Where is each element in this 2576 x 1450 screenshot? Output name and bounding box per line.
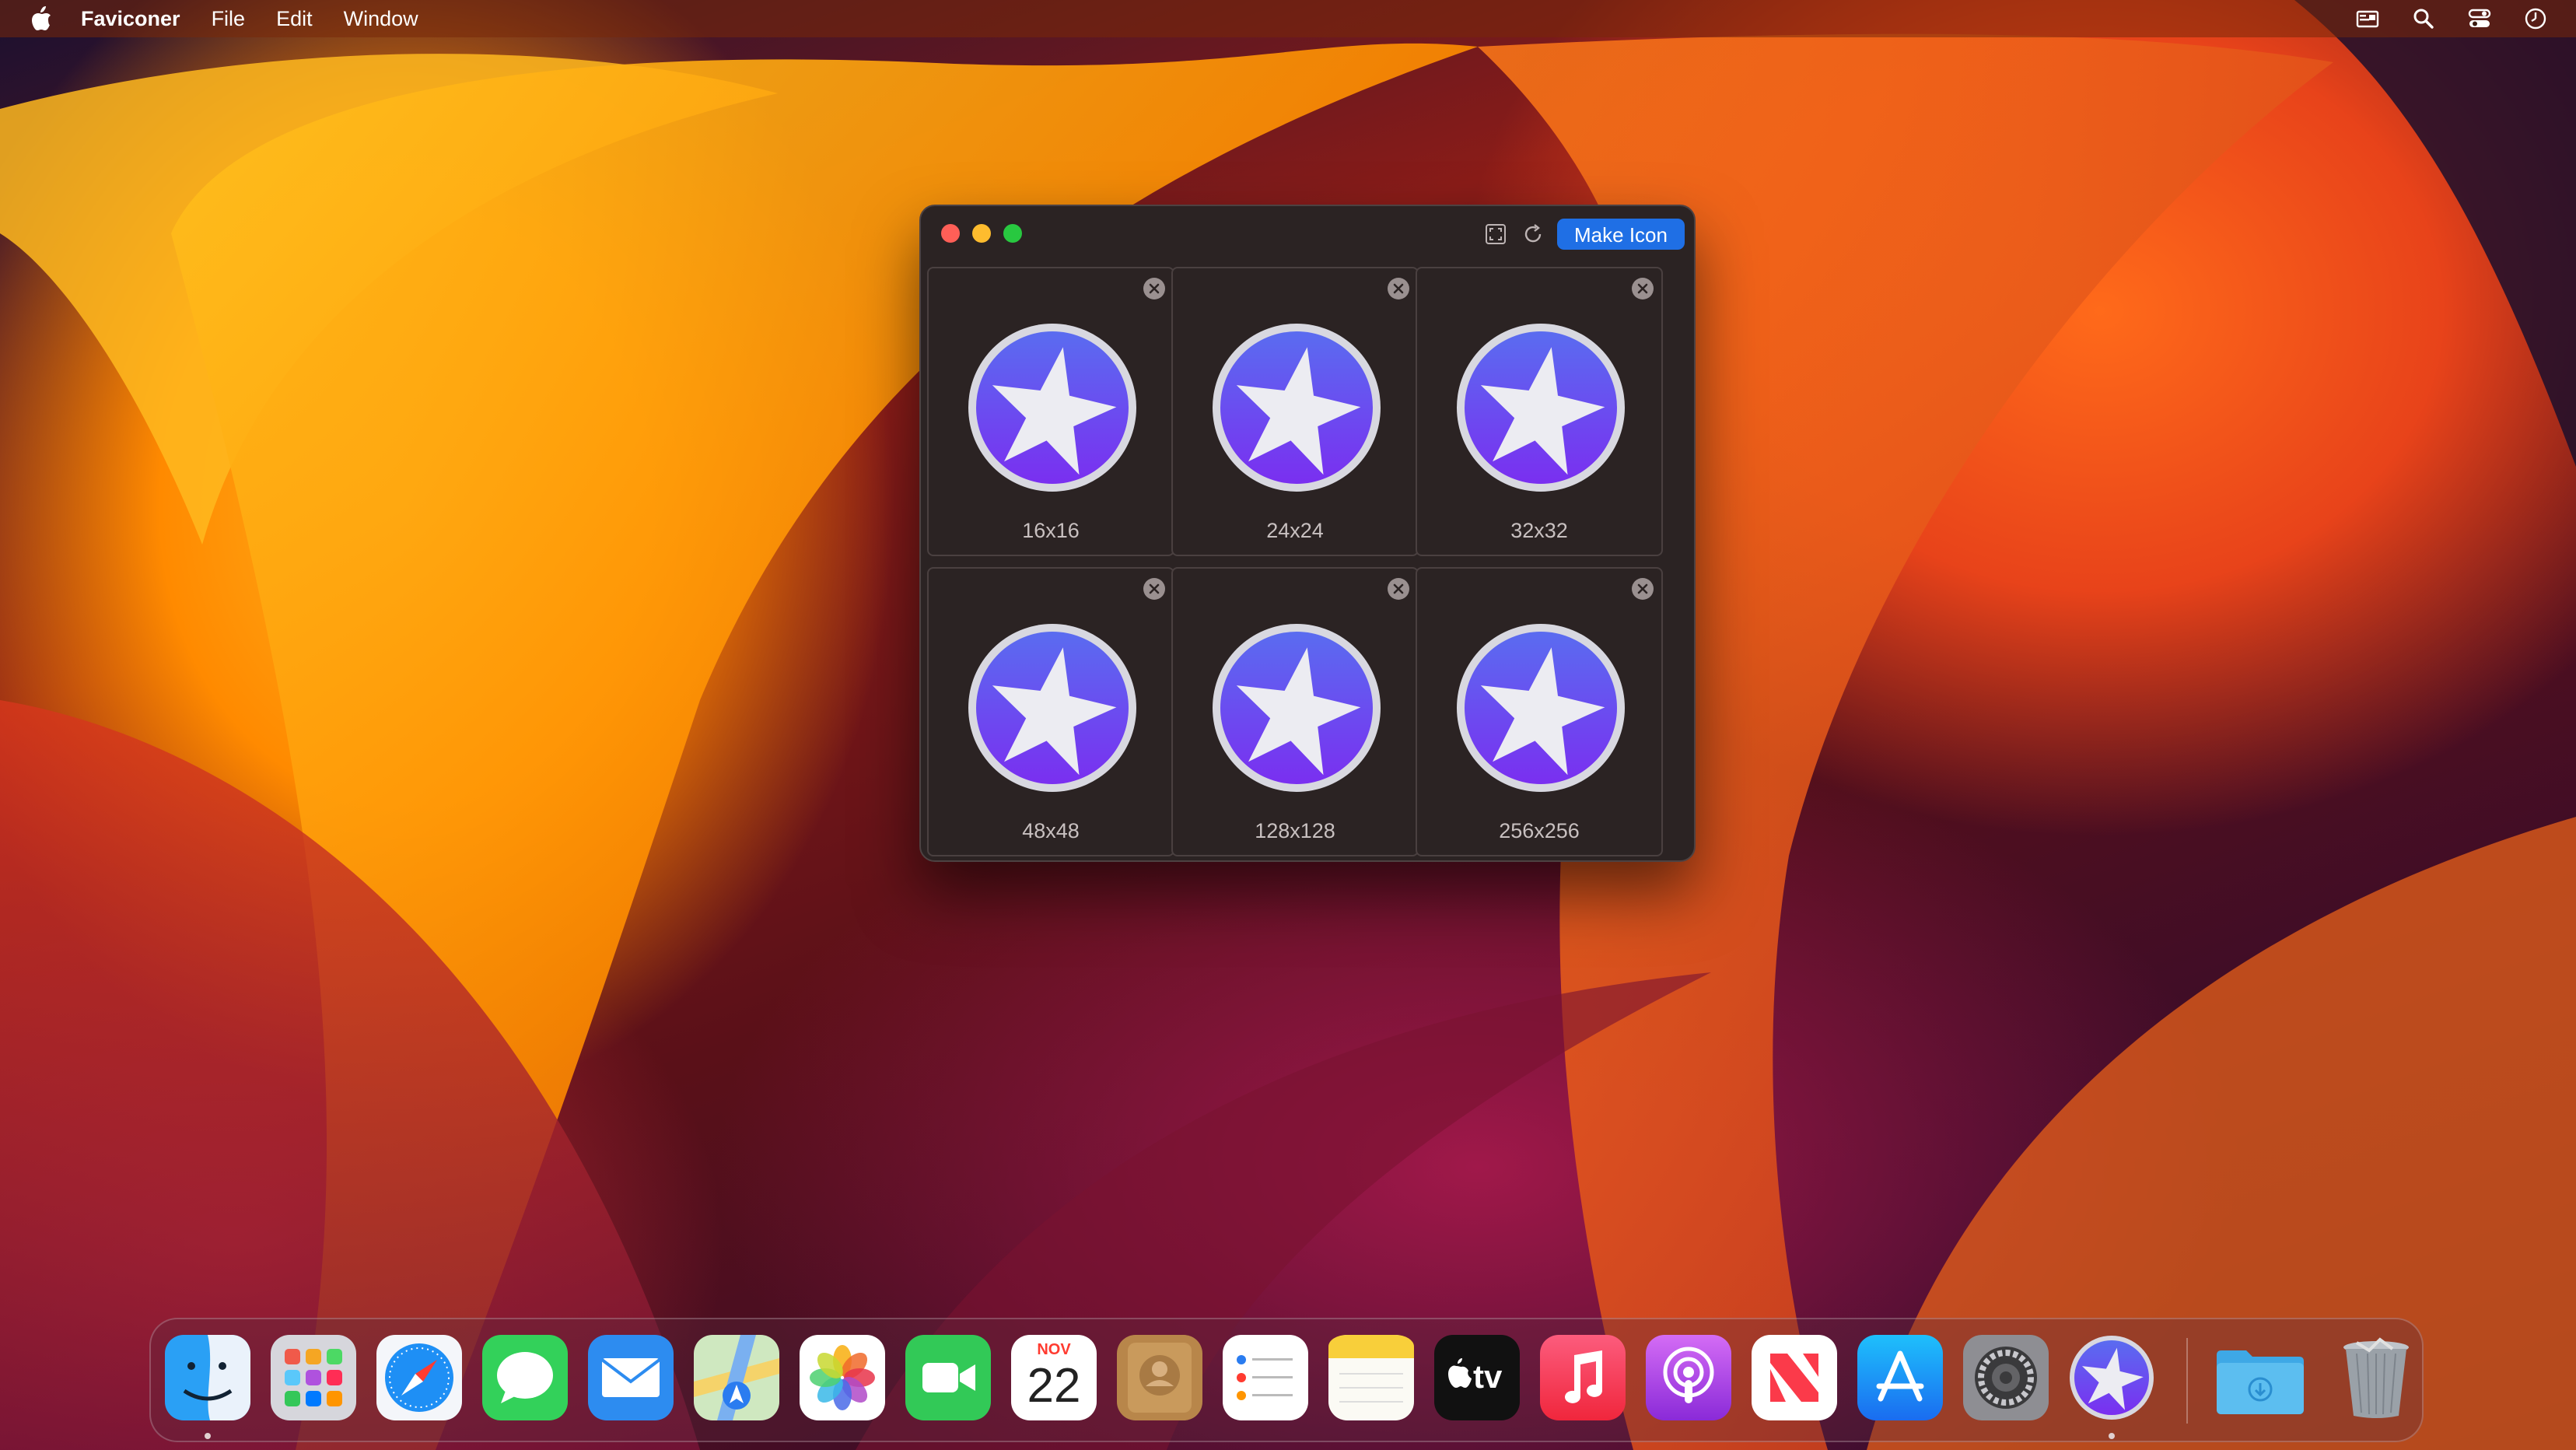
- icon-size-cell[interactable]: 128x128: [1171, 567, 1419, 856]
- icon-size-label: 32x32: [1510, 519, 1568, 542]
- dock-maps-icon[interactable]: [694, 1335, 779, 1420]
- favicon-star-icon: [968, 624, 1136, 792]
- clock-icon[interactable]: [2523, 6, 2548, 31]
- icon-size-label: 256x256: [1499, 819, 1580, 842]
- remove-icon-button[interactable]: [1388, 278, 1409, 299]
- favicon-star-icon: [1457, 324, 1625, 492]
- dock-notes-icon[interactable]: [1328, 1335, 1414, 1420]
- dock-tv-icon[interactable]: tv: [1434, 1335, 1520, 1420]
- dock-app-store-icon[interactable]: [1857, 1335, 1943, 1420]
- dock-contacts-icon[interactable]: [1117, 1335, 1202, 1420]
- icon-size-cell[interactable]: 256x256: [1416, 567, 1663, 856]
- icon-size-label: 24x24: [1266, 519, 1324, 542]
- favicon-star-icon: [1213, 324, 1381, 492]
- remove-icon-button[interactable]: [1632, 278, 1654, 299]
- menu-file[interactable]: File: [212, 7, 246, 31]
- minimize-window-button[interactable]: [972, 224, 991, 243]
- menu-bar: Faviconer File Edit Window: [0, 0, 2576, 37]
- remove-icon-button[interactable]: [1632, 578, 1654, 600]
- make-icon-button[interactable]: Make Icon: [1557, 219, 1685, 250]
- dock-news-icon[interactable]: [1752, 1335, 1837, 1420]
- close-window-button[interactable]: [941, 224, 960, 243]
- dock-calendar-icon[interactable]: NOV 22: [1011, 1335, 1097, 1420]
- fullscreen-icon[interactable]: [1484, 222, 1507, 246]
- dock-downloads-folder-icon[interactable]: [2212, 1335, 2308, 1420]
- dock-separator: [2186, 1338, 2188, 1424]
- favicon-star-icon: [1213, 624, 1381, 792]
- remove-icon-button[interactable]: [1143, 278, 1165, 299]
- running-indicator: [2109, 1433, 2115, 1439]
- dock-messages-icon[interactable]: [482, 1335, 568, 1420]
- running-indicator: [205, 1433, 211, 1439]
- dock-photos-icon[interactable]: [800, 1335, 885, 1420]
- dock-reminders-icon[interactable]: [1223, 1335, 1308, 1420]
- dock-finder-icon[interactable]: [165, 1335, 250, 1420]
- dock-safari-icon[interactable]: [376, 1335, 462, 1420]
- wallet-icon[interactable]: [2355, 6, 2380, 31]
- control-center-icon[interactable]: [2467, 6, 2492, 31]
- calendar-month: NOV: [1037, 1341, 1071, 1358]
- faviconer-window: Make Icon 16x16 24x24 32x32 48x48 128x12…: [919, 205, 1696, 862]
- dock-faviconer-icon[interactable]: [2069, 1335, 2154, 1420]
- menu-app-name[interactable]: Faviconer: [81, 7, 180, 31]
- tv-label: tv: [1473, 1358, 1503, 1395]
- menu-edit[interactable]: Edit: [276, 7, 313, 31]
- title-bar: Make Icon: [921, 206, 1694, 261]
- remove-icon-button[interactable]: [1388, 578, 1409, 600]
- icon-size-cell[interactable]: 24x24: [1171, 267, 1419, 556]
- dock-system-settings-icon[interactable]: [1963, 1335, 2049, 1420]
- icon-size-cell[interactable]: 16x16: [927, 267, 1174, 556]
- icon-size-cell[interactable]: 32x32: [1416, 267, 1663, 556]
- dock: NOV 22 tv: [149, 1318, 2424, 1442]
- dock-mail-icon[interactable]: [588, 1335, 674, 1420]
- favicon-star-icon: [968, 324, 1136, 492]
- favicon-star-icon: [1457, 624, 1625, 792]
- dock-trash-icon[interactable]: [2333, 1335, 2419, 1420]
- dock-facetime-icon[interactable]: [905, 1335, 991, 1420]
- menu-window[interactable]: Window: [344, 7, 418, 31]
- dock-launchpad-icon[interactable]: [271, 1335, 356, 1420]
- zoom-window-button[interactable]: [1003, 224, 1022, 243]
- refresh-icon[interactable]: [1521, 222, 1545, 246]
- calendar-day: 22: [1027, 1359, 1081, 1413]
- remove-icon-button[interactable]: [1143, 578, 1165, 600]
- apple-logo-icon[interactable]: [30, 5, 53, 32]
- dock-music-icon[interactable]: [1540, 1335, 1626, 1420]
- icon-size-label: 16x16: [1022, 519, 1080, 542]
- icon-size-label: 128x128: [1255, 819, 1335, 842]
- search-icon[interactable]: [2411, 6, 2436, 31]
- dock-podcasts-icon[interactable]: [1646, 1335, 1731, 1420]
- icon-size-label: 48x48: [1022, 819, 1080, 842]
- icon-size-cell[interactable]: 48x48: [927, 567, 1174, 856]
